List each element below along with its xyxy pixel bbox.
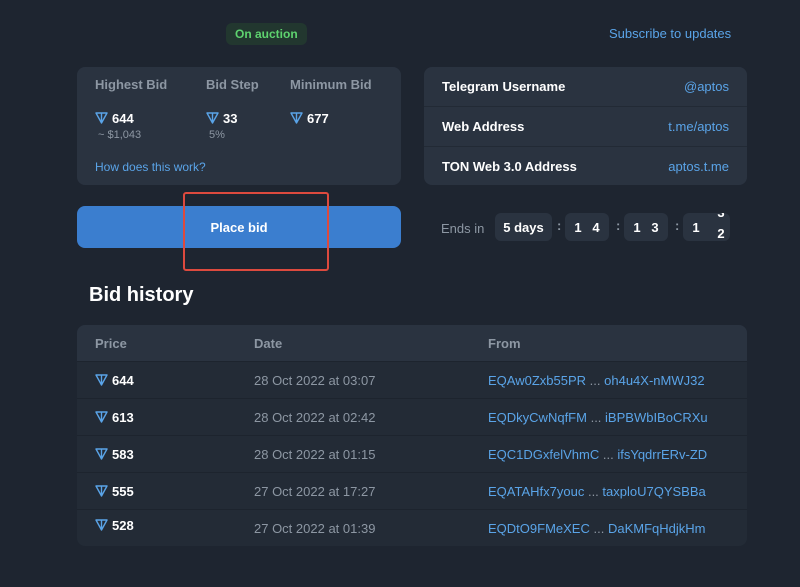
bid-date: 27 Oct 2022 at 01:39 — [254, 521, 376, 536]
bid-price: 528 — [95, 518, 134, 532]
ton-diamond-icon — [95, 374, 108, 386]
bid-price: 583 — [95, 447, 134, 462]
highest-bid-column: Highest Bid 644 ~ $1,043 — [95, 77, 167, 141]
detail-label: Web Address — [442, 118, 525, 134]
ton-web3-address-link[interactable]: aptos.t.me — [668, 159, 729, 174]
telegram-username-link[interactable]: @aptos — [684, 79, 729, 94]
date-column-header: Date — [254, 336, 283, 351]
bidder-address-link[interactable]: EQATAHfx7youc ... taxploU7QYSBBa — [488, 484, 706, 499]
timer-digit: 4 — [592, 219, 600, 235]
web-address-row: Web Address t.me/aptos — [424, 106, 747, 145]
minimum-bid-column: Minimum Bid 677 — [290, 77, 372, 126]
table-header-row: Price Date From — [77, 325, 747, 361]
timer-separator: : — [557, 218, 562, 233]
bid-date: 28 Oct 2022 at 03:07 — [254, 373, 376, 388]
timer-hours: 1 4 — [565, 213, 609, 241]
ton-diamond-icon — [206, 112, 219, 124]
bid-step-label: Bid Step — [206, 77, 259, 92]
auction-status-badge: On auction — [226, 23, 307, 45]
bidder-address-link[interactable]: EQC1DGxfelVhmC ... ifsYqdrrERv-ZD — [488, 447, 707, 462]
bid-date: 27 Oct 2022 at 17:27 — [254, 484, 376, 499]
timer-seconds: 1 — [683, 213, 713, 241]
bidder-address-link[interactable]: EQDkyCwNqfFM ... iBPBWbIBoCRXu — [488, 410, 708, 425]
timer-separator: : — [675, 218, 680, 233]
ton-diamond-icon — [95, 411, 108, 423]
telegram-username-row: Telegram Username @aptos — [424, 67, 747, 106]
web-address-link[interactable]: t.me/aptos — [668, 119, 729, 134]
subscribe-to-updates-link[interactable]: Subscribe to updates — [609, 26, 731, 41]
bidder-address-link[interactable]: EQAw0Zxb55PR ... oh4u4X-nMWJ32 — [488, 373, 705, 388]
table-row: 528 27 Oct 2022 at 01:39 EQDtO9FMeXEC ..… — [77, 509, 747, 546]
bidder-address-link[interactable]: EQDtO9FMeXEC ... DaKMFqHdjkHm — [488, 521, 705, 536]
highest-bid-usd: ~ $1,043 — [98, 129, 142, 141]
timer-digit-previous: 3 — [712, 213, 730, 220]
bid-price: 555 — [95, 484, 134, 499]
timer-days: 5 days — [495, 213, 552, 241]
ton-web3-address-row: TON Web 3.0 Address aptos.t.me — [424, 146, 747, 185]
ton-diamond-icon — [95, 448, 108, 460]
bid-price: 613 — [95, 410, 134, 425]
how-does-this-work-link[interactable]: How does this work? — [95, 160, 206, 174]
minimum-bid-value: 677 — [290, 111, 372, 126]
ton-diamond-icon — [290, 112, 303, 124]
detail-label: Telegram Username — [442, 79, 566, 94]
username-details-panel: Telegram Username @aptos Web Address t.m… — [424, 67, 747, 185]
timer-separator: : — [616, 218, 621, 233]
bid-date: 28 Oct 2022 at 02:42 — [254, 410, 376, 425]
ton-diamond-icon — [95, 519, 108, 531]
highest-bid-value: 644 — [95, 111, 167, 126]
table-row: 644 28 Oct 2022 at 03:07 EQAw0Zxb55PR ..… — [77, 361, 747, 398]
bid-date: 28 Oct 2022 at 01:15 — [254, 447, 376, 462]
bid-step-percent: 5% — [209, 129, 225, 141]
ends-in-label: Ends in — [441, 221, 485, 236]
timer-seconds-rolling-digit: 3 2 — [712, 213, 730, 241]
table-row: 555 27 Oct 2022 at 17:27 EQATAHfx7youc .… — [77, 472, 747, 509]
bid-info-panel: Highest Bid 644 ~ $1,043 Bid Step 33 5% … — [77, 67, 401, 185]
minimum-bid-label: Minimum Bid — [290, 77, 372, 92]
table-row: 583 28 Oct 2022 at 01:15 EQC1DGxfelVhmC … — [77, 435, 747, 472]
place-bid-button[interactable]: Place bid — [77, 206, 401, 248]
bid-step-column: Bid Step 33 5% — [206, 77, 259, 141]
price-column-header: Price — [95, 336, 127, 351]
ton-diamond-icon — [95, 485, 108, 497]
timer-digit: 1 — [574, 219, 582, 235]
from-column-header: From — [488, 336, 521, 351]
bid-history-table: Price Date From 644 28 Oct 2022 at 03:07… — [77, 325, 747, 546]
highest-bid-label: Highest Bid — [95, 77, 168, 92]
table-row: 613 28 Oct 2022 at 02:42 EQDkyCwNqfFM ..… — [77, 398, 747, 435]
timer-digit: 3 — [651, 219, 659, 235]
timer-digit: 1 — [692, 219, 700, 235]
bid-step-value: 33 — [206, 111, 259, 126]
timer-digit: 1 — [633, 219, 641, 235]
detail-label: TON Web 3.0 Address — [442, 158, 577, 174]
bid-price: 644 — [95, 373, 134, 388]
timer-minutes: 1 3 — [624, 213, 668, 241]
timer-digit: 2 — [717, 226, 725, 241]
bid-history-title: Bid history — [89, 284, 194, 306]
ton-diamond-icon — [95, 112, 108, 124]
